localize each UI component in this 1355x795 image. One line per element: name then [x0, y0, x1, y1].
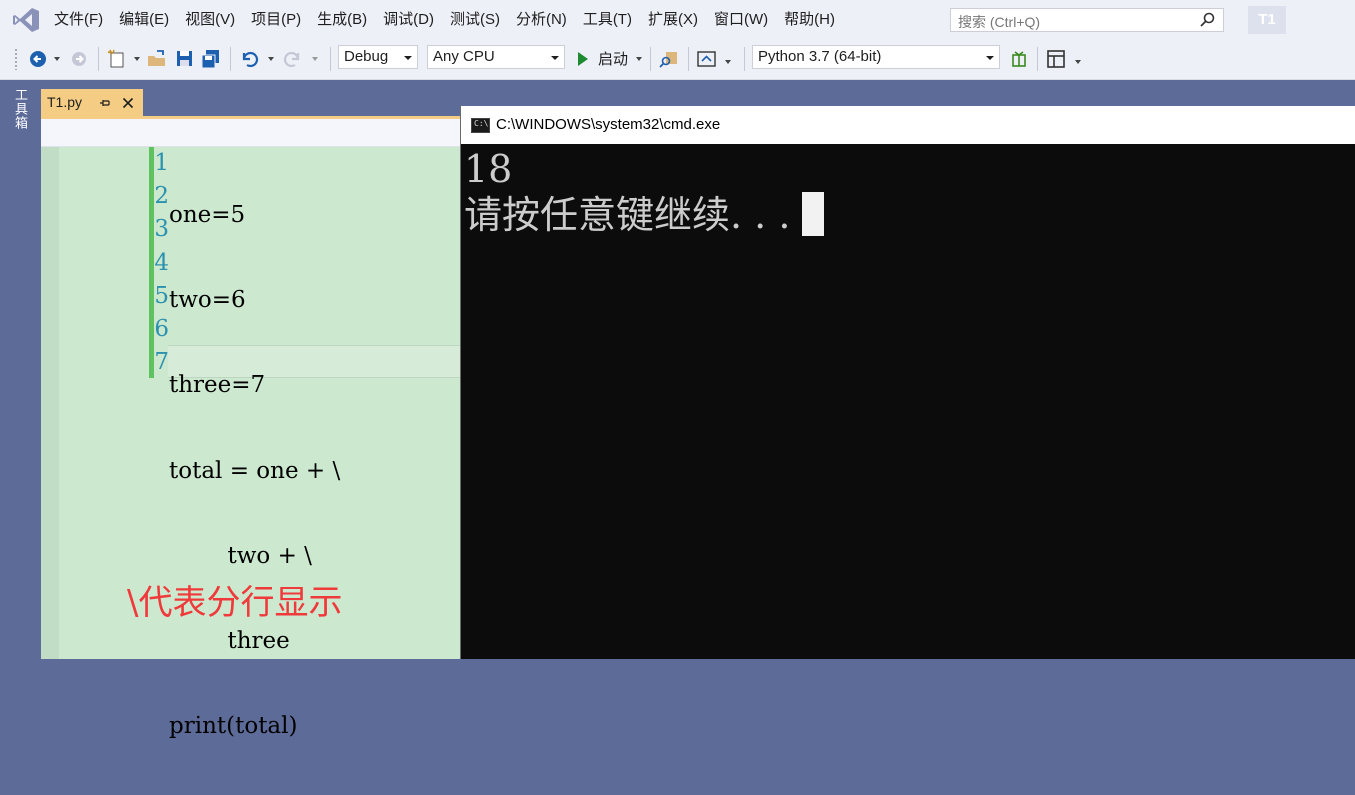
navigate-forward-icon[interactable]	[68, 48, 90, 70]
standard-toolbar: Debug Any CPU 启动 Python 3.7 (64-bit)	[0, 40, 1355, 80]
menu-help[interactable]: 帮助(H)	[776, 0, 843, 40]
undo-icon[interactable]	[238, 48, 260, 70]
menu-bar: 文件(F) 编辑(E) 视图(V) 项目(P) 生成(B) 调试(D) 测试(S…	[0, 0, 1355, 40]
menu-extensions[interactable]: 扩展(X)	[640, 0, 706, 40]
chevron-down-icon	[986, 56, 994, 60]
back-dropdown-icon[interactable]	[54, 57, 60, 61]
chevron-down-icon	[551, 56, 559, 60]
undo-dropdown-icon[interactable]	[268, 57, 274, 61]
console-icon: C:\	[471, 118, 490, 133]
menu-window[interactable]: 窗口(W)	[706, 0, 776, 40]
toolbox-tab[interactable]: 工具箱	[12, 88, 30, 130]
new-project-icon[interactable]	[106, 48, 128, 70]
menu-analyze[interactable]: 分析(N)	[508, 0, 575, 40]
line-numbers: 1 2 3 4 5 6 7	[99, 147, 169, 379]
chevron-down-icon	[404, 56, 412, 60]
main-menu: 文件(F) 编辑(E) 视图(V) 项目(P) 生成(B) 调试(D) 测试(S…	[46, 0, 843, 40]
code-editor[interactable]: 1 2 3 4 5 6 7 one=5 two=6 three=7 total …	[41, 147, 461, 739]
layout-window-icon[interactable]	[1045, 48, 1067, 70]
console-title: C:\WINDOWS\system32\cmd.exe	[496, 116, 721, 133]
code-line[interactable]: three	[169, 625, 340, 658]
code-line[interactable]: total = one + \	[169, 455, 340, 488]
toolbar-grip[interactable]	[14, 48, 18, 70]
search-input[interactable]: 搜索 (Ctrl+Q)	[950, 8, 1224, 32]
line-number: 3	[154, 216, 169, 243]
code-line[interactable]: two + \	[169, 540, 340, 573]
menu-test[interactable]: 测试(S)	[442, 0, 508, 40]
console-titlebar[interactable]: C:\ C:\WINDOWS\system32\cmd.exe	[461, 106, 1355, 144]
redo-icon[interactable]	[282, 48, 304, 70]
editor-navigation-bar[interactable]	[41, 119, 461, 147]
visual-studio-logo-icon[interactable]	[12, 7, 40, 33]
console-cursor	[802, 192, 825, 236]
package-icon[interactable]	[1008, 48, 1030, 70]
configuration-value: Debug	[344, 48, 389, 65]
line-number: 5	[154, 282, 169, 309]
tab-label: T1.py	[47, 94, 83, 110]
project-badge[interactable]: T1	[1248, 6, 1286, 34]
start-dropdown-icon[interactable]	[636, 57, 642, 61]
close-icon[interactable]	[122, 97, 134, 109]
platform-select[interactable]: Any CPU	[427, 45, 565, 69]
menu-build[interactable]: 生成(B)	[309, 0, 375, 40]
tab-t1-py[interactable]: T1.py	[41, 89, 143, 116]
console-output-line: 请按任意键继续. . .	[464, 193, 791, 237]
menu-debug[interactable]: 调试(D)	[375, 0, 442, 40]
console-output-line: 18	[464, 147, 513, 191]
python-environment-select[interactable]: Python 3.7 (64-bit)	[752, 45, 1000, 69]
line-number: 4	[154, 249, 169, 276]
layout-dropdown-icon[interactable]	[1075, 60, 1081, 64]
code-text[interactable]: one=5 two=6 three=7 total = one + \ two …	[169, 147, 340, 795]
search-icon	[1200, 12, 1215, 27]
open-file-icon[interactable]	[146, 48, 168, 70]
find-in-files-icon[interactable]	[658, 48, 680, 70]
redo-dropdown-icon[interactable]	[312, 57, 318, 61]
annotation-text: \代表分行显示	[127, 583, 343, 623]
browser-dropdown-icon[interactable]	[725, 60, 731, 64]
save-icon[interactable]	[174, 48, 196, 70]
code-line[interactable]: one=5	[169, 199, 340, 232]
line-number: 6	[154, 315, 169, 342]
navigate-back-icon[interactable]	[28, 48, 50, 70]
line-number: 2	[154, 183, 169, 210]
console-output: 18 请按任意键继续. . .	[464, 146, 825, 238]
configuration-select[interactable]: Debug	[338, 45, 418, 69]
search-placeholder: 搜索 (Ctrl+Q)	[958, 14, 1041, 30]
editor-margin	[41, 147, 59, 659]
line-number: 7	[154, 349, 169, 376]
platform-value: Any CPU	[433, 48, 495, 65]
start-button-label[interactable]: 启动	[598, 48, 628, 69]
start-debugging-icon[interactable]	[574, 48, 592, 70]
pin-icon[interactable]	[99, 97, 111, 109]
python-environment-value: Python 3.7 (64-bit)	[758, 48, 882, 65]
console-icon-text: C:\	[474, 119, 489, 128]
menu-view[interactable]: 视图(V)	[177, 0, 243, 40]
browser-link-icon[interactable]	[696, 48, 718, 70]
code-line[interactable]: print(total)	[169, 710, 340, 743]
toolbox-strip	[0, 80, 38, 659]
line-number: 1	[154, 150, 169, 176]
menu-project[interactable]: 项目(P)	[243, 0, 309, 40]
console-window[interactable]: C:\ C:\WINDOWS\system32\cmd.exe 18 请按任意键继…	[460, 106, 1355, 659]
change-tracking-bar	[149, 147, 154, 378]
menu-edit[interactable]: 编辑(E)	[111, 0, 177, 40]
code-line[interactable]: three=7	[169, 369, 340, 402]
menu-tools[interactable]: 工具(T)	[575, 0, 640, 40]
menu-file[interactable]: 文件(F)	[46, 0, 111, 40]
save-all-icon[interactable]	[200, 48, 222, 70]
code-line[interactable]: two=6	[169, 284, 340, 317]
new-project-dropdown-icon[interactable]	[134, 57, 140, 61]
